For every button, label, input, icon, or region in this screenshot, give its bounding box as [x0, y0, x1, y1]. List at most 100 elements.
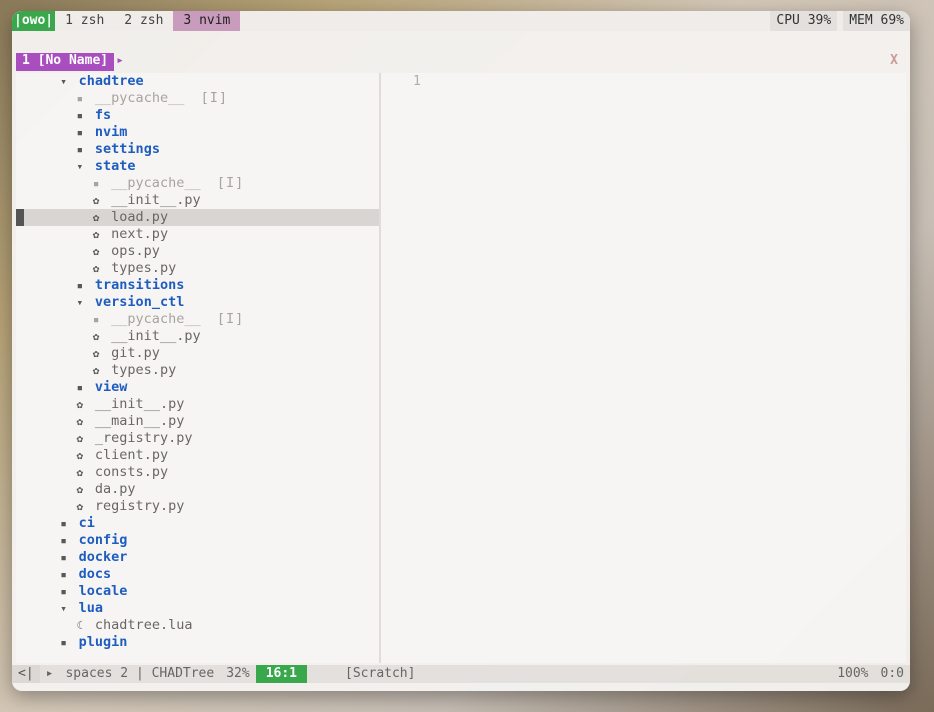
- tree-item-name: ops.py: [111, 243, 160, 259]
- tree-item-name: consts.py: [95, 464, 168, 480]
- tree-row[interactable]: ✿ __init__.py: [16, 192, 379, 209]
- tree-row[interactable]: ✿ __main__.py: [16, 413, 379, 430]
- file-icon: ✿: [89, 209, 103, 226]
- tree-row[interactable]: ✿ consts.py: [16, 464, 379, 481]
- statusline-position-left: 16:1: [256, 665, 307, 683]
- line-number-gutter: 1: [381, 73, 431, 663]
- tree-row[interactable]: ▪ transitions: [16, 277, 379, 294]
- tree-item-name: fs: [95, 107, 111, 123]
- folder-icon: ▾: [57, 73, 71, 90]
- tree-row[interactable]: ▪ settings: [16, 141, 379, 158]
- statusline-indent: spaces 2 | CHADTree: [59, 665, 220, 683]
- tmux-session-name: |owo|: [12, 11, 55, 31]
- tree-row[interactable]: ▪ __pycache__ [I]: [16, 90, 379, 107]
- tree-item-name: __init__.py: [111, 192, 200, 208]
- tree-item-name: __init__.py: [95, 396, 184, 412]
- folder-icon: ▾: [73, 158, 87, 175]
- tree-row[interactable]: ▾ lua: [16, 600, 379, 617]
- tree-item-name: registry.py: [95, 498, 184, 514]
- folder-icon: ▾: [57, 600, 71, 617]
- tab-close-icon[interactable]: X: [882, 53, 906, 71]
- tree-row[interactable]: ▾ chadtree: [16, 73, 379, 90]
- tree-row[interactable]: ✿ client.py: [16, 447, 379, 464]
- mem-stat: MEM 69%: [843, 11, 910, 31]
- tree-item-name: __pycache__: [111, 311, 200, 327]
- tree-row[interactable]: ✿ __init__.py: [16, 396, 379, 413]
- tree-item-name: chadtree.lua: [95, 617, 193, 633]
- tree-row[interactable]: ☾ chadtree.lua: [16, 617, 379, 634]
- tree-item-name: types.py: [111, 260, 176, 276]
- tree-item-name: config: [79, 532, 128, 548]
- tree-row[interactable]: ✿ next.py: [16, 226, 379, 243]
- tree-row[interactable]: ▪ fs: [16, 107, 379, 124]
- tree-item-name: ci: [79, 515, 95, 531]
- tree-row[interactable]: ▾ version_ctl: [16, 294, 379, 311]
- tree-row[interactable]: ▪ __pycache__ [I]: [16, 175, 379, 192]
- folder-icon: ▪: [57, 549, 71, 566]
- file-icon: ✿: [73, 481, 87, 498]
- tree-item-name: locale: [79, 583, 128, 599]
- tmux-tab-3[interactable]: 3 nvim: [173, 11, 240, 31]
- vim-tabline: 1 [No Name] ▸ X: [16, 53, 906, 71]
- file-icon: ✿: [73, 498, 87, 515]
- tree-row[interactable]: ✿ load.py: [16, 209, 379, 226]
- file-icon: ✿: [89, 260, 103, 277]
- editor-pane[interactable]: 1: [381, 73, 906, 663]
- cpu-stat: CPU 39%: [770, 11, 837, 31]
- tmux-status-bar: |owo| 1 zsh 2 zsh 3 nvim CPU 39% MEM 69%: [12, 11, 910, 31]
- ignore-tag: [I]: [201, 90, 228, 106]
- file-icon: ✿: [73, 464, 87, 481]
- tree-row[interactable]: ▪ locale: [16, 583, 379, 600]
- tree-row[interactable]: ✿ da.py: [16, 481, 379, 498]
- tree-row[interactable]: ✿ git.py: [16, 345, 379, 362]
- ignore-tag: [I]: [217, 175, 244, 191]
- statusline-mode: <|: [12, 665, 40, 683]
- tree-row[interactable]: ✿ types.py: [16, 362, 379, 379]
- tmux-tab-1[interactable]: 1 zsh: [55, 11, 114, 31]
- tree-row[interactable]: ▪ view: [16, 379, 379, 396]
- tmux-tab-2[interactable]: 2 zsh: [114, 11, 173, 31]
- folder-icon: ▪: [73, 90, 87, 107]
- statusline-percent-left: 32%: [220, 665, 255, 683]
- vim-tab-1[interactable]: 1 [No Name]: [16, 53, 114, 71]
- folder-icon: ▪: [73, 107, 87, 124]
- folder-icon: ▪: [89, 175, 103, 192]
- folder-icon: ▪: [73, 379, 87, 396]
- tree-row[interactable]: ▪ docs: [16, 566, 379, 583]
- tree-item-name: types.py: [111, 362, 176, 378]
- folder-icon: ▪: [57, 532, 71, 549]
- file-icon: ☾: [73, 617, 87, 634]
- tree-row[interactable]: ▪ plugin: [16, 634, 379, 651]
- tree-row[interactable]: ▪ config: [16, 532, 379, 549]
- tree-item-name: chadtree: [79, 73, 144, 89]
- terminal-window: |owo| 1 zsh 2 zsh 3 nvim CPU 39% MEM 69%…: [12, 11, 910, 691]
- folder-icon: ▪: [57, 583, 71, 600]
- file-icon: ✿: [73, 396, 87, 413]
- tree-item-name: git.py: [111, 345, 160, 361]
- tree-row[interactable]: ✿ _registry.py: [16, 430, 379, 447]
- folder-icon: ▪: [73, 141, 87, 158]
- file-icon: ✿: [73, 413, 87, 430]
- tree-row[interactable]: ▪ __pycache__ [I]: [16, 311, 379, 328]
- tree-row[interactable]: ✿ types.py: [16, 260, 379, 277]
- tree-row[interactable]: ✿ __init__.py: [16, 328, 379, 345]
- chadtree-sidebar[interactable]: ▾ chadtree ▪ __pycache__ [I] ▪ fs ▪ nvim…: [16, 73, 381, 663]
- tree-row[interactable]: ✿ ops.py: [16, 243, 379, 260]
- tree-row[interactable]: ▾ state: [16, 158, 379, 175]
- file-icon: ✿: [89, 192, 103, 209]
- file-icon: ✿: [89, 345, 103, 362]
- tree-item-name: __init__.py: [111, 328, 200, 344]
- folder-icon: ▪: [57, 634, 71, 651]
- statusline-position-right: 0:0: [875, 665, 910, 683]
- tree-item-name: __pycache__: [95, 90, 184, 106]
- tree-row[interactable]: ▪ ci: [16, 515, 379, 532]
- tree-row[interactable]: ✿ registry.py: [16, 498, 379, 515]
- folder-icon: ▪: [73, 124, 87, 141]
- tree-row[interactable]: ▪ nvim: [16, 124, 379, 141]
- file-icon: ✿: [73, 447, 87, 464]
- cursor-indicator: [16, 209, 24, 226]
- tree-item-name: state: [95, 158, 136, 174]
- tree-item-name: __pycache__: [111, 175, 200, 191]
- statusline: <| ▸ spaces 2 | CHADTree 32% 16:1 [Scrat…: [12, 665, 910, 683]
- tree-row[interactable]: ▪ docker: [16, 549, 379, 566]
